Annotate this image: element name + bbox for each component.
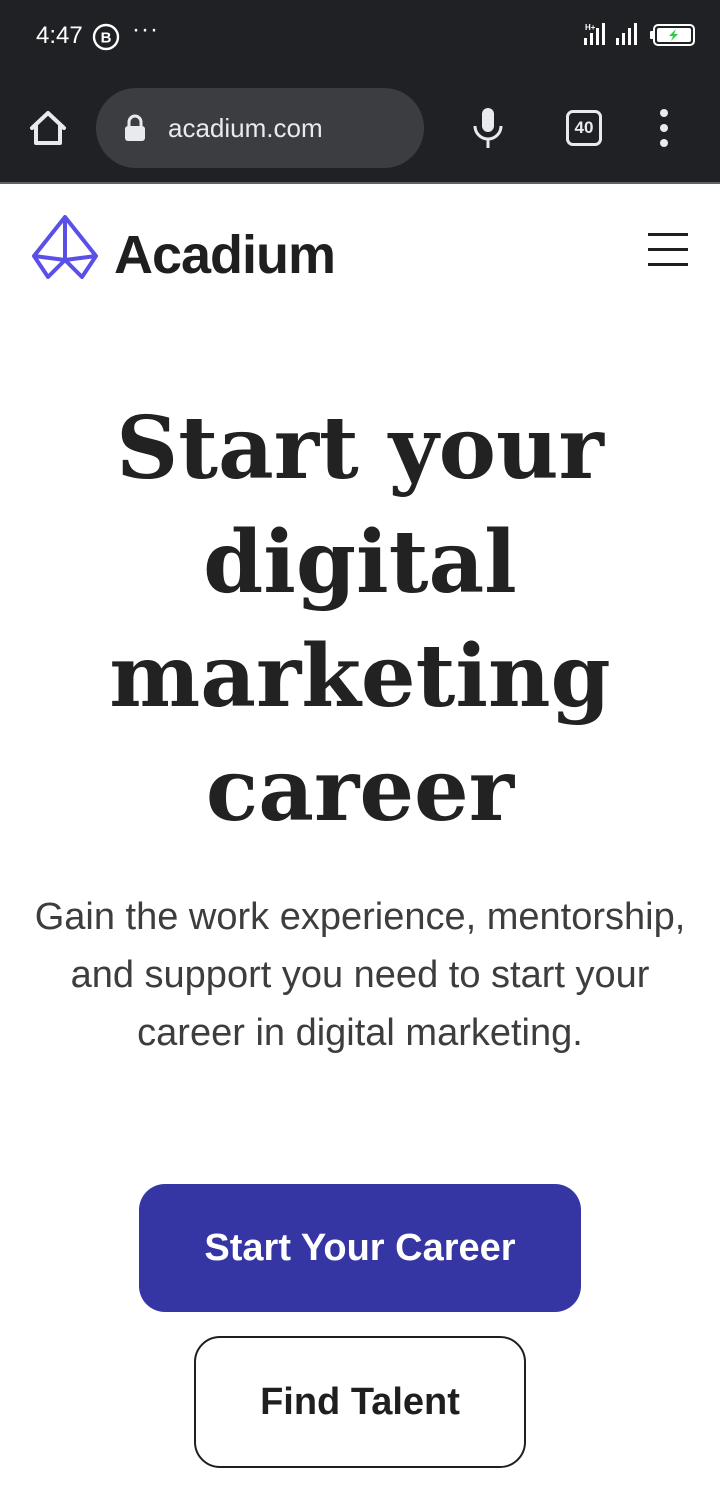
signal-icon: H+ bbox=[582, 22, 608, 51]
start-your-career-button[interactable]: Start Your Career bbox=[139, 1184, 581, 1312]
brand-name[interactable]: Acadium bbox=[114, 224, 336, 286]
site-header: Acadium bbox=[0, 186, 720, 316]
hamburger-icon bbox=[648, 233, 688, 236]
hamburger-icon-line bbox=[648, 263, 688, 266]
status-bar: 4:47 B ··· H+ bbox=[0, 0, 720, 70]
b-badge-icon: B bbox=[92, 23, 120, 56]
find-talent-button[interactable]: Find Talent bbox=[194, 1336, 526, 1468]
browser-toolbar: acadium.com 40 bbox=[0, 70, 720, 184]
url-text: acadium.com bbox=[168, 113, 323, 143]
url-bar[interactable]: acadium.com bbox=[96, 88, 424, 168]
lock-icon bbox=[124, 114, 146, 147]
hero-subtitle: Gain the work experience, mentorship, an… bbox=[34, 896, 686, 1054]
tab-switcher-button[interactable]: 40 bbox=[566, 110, 602, 146]
voice-search-button[interactable] bbox=[470, 106, 506, 152]
hamburger-menu-button[interactable] bbox=[646, 230, 690, 270]
signal-icon bbox=[614, 22, 642, 51]
more-notifications-icon: ··· bbox=[132, 16, 159, 43]
battery-charging-icon bbox=[650, 24, 696, 51]
svg-text:H+: H+ bbox=[585, 23, 596, 32]
microphone-icon bbox=[473, 108, 503, 148]
b-badge-letter: B bbox=[101, 30, 112, 47]
status-time: 4:47 bbox=[36, 22, 83, 49]
hero-title: Start your digital marketing career bbox=[109, 398, 611, 841]
hamburger-icon-line bbox=[648, 248, 688, 251]
browser-menu-button[interactable] bbox=[650, 106, 678, 150]
home-icon bbox=[30, 111, 66, 145]
home-button[interactable] bbox=[26, 106, 70, 150]
more-vert-icon bbox=[660, 109, 668, 147]
acadium-logo-icon[interactable] bbox=[30, 214, 100, 287]
